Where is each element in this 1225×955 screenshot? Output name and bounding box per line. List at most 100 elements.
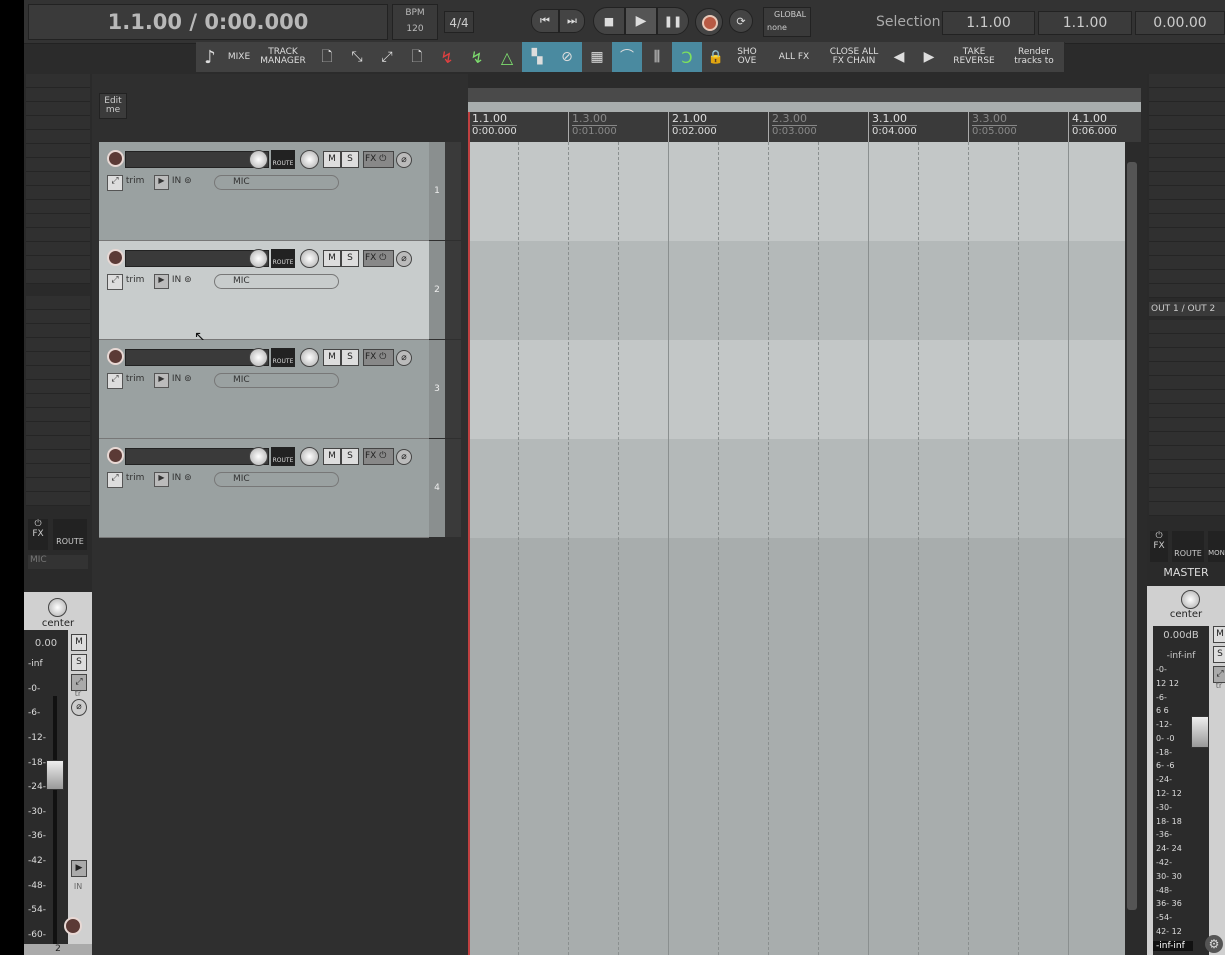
input-select[interactable]: MIC	[214, 175, 339, 190]
record-arm-button[interactable]	[64, 917, 82, 935]
pan-knob[interactable]	[300, 150, 319, 169]
fx-slot[interactable]	[1149, 284, 1225, 298]
fx-slot[interactable]	[26, 88, 90, 102]
track-name-field[interactable]	[125, 349, 269, 366]
phase-icon[interactable]: ⌀	[396, 350, 412, 366]
volume-knob[interactable]	[249, 150, 268, 169]
fx-slot[interactable]	[26, 116, 90, 130]
grid-lines-icon[interactable]: ⫼	[642, 42, 673, 72]
play-cursor[interactable]	[468, 112, 470, 955]
send-slot[interactable]	[1149, 488, 1225, 502]
track-lane-4[interactable]	[468, 439, 1125, 538]
volume-knob[interactable]	[249, 348, 268, 367]
route-button[interactable]: ROUTE	[271, 348, 295, 367]
grid-edit-icon[interactable]: ⊘	[552, 42, 583, 72]
scrollbar-thumb[interactable]	[1127, 162, 1137, 910]
send-slot[interactable]	[1149, 334, 1225, 348]
phase-icon[interactable]: ⌀	[396, 152, 412, 168]
fx-slot[interactable]	[1149, 130, 1225, 144]
record-button[interactable]	[695, 8, 723, 36]
time-signature[interactable]: 4/4	[444, 11, 474, 33]
input-monitor[interactable]: ▶ IN ⊚	[154, 373, 206, 388]
selection-length[interactable]: 0.00.00	[1135, 11, 1225, 35]
track-lane-1[interactable]	[468, 142, 1125, 241]
fx-slot[interactable]	[26, 186, 90, 200]
send-slot[interactable]	[26, 380, 90, 394]
auto-crossfade-icon[interactable]: Ↄ	[672, 42, 703, 72]
fx-slot[interactable]	[1149, 242, 1225, 256]
send-slot[interactable]	[1149, 376, 1225, 390]
send-slot[interactable]	[26, 478, 90, 492]
route-button[interactable]: ROUTE	[53, 519, 87, 550]
master-pan-knob[interactable]	[1181, 590, 1200, 609]
send-slot[interactable]	[26, 338, 90, 352]
mute-button[interactable]: M	[323, 250, 341, 267]
pan-knob[interactable]	[300, 447, 319, 466]
send-slot[interactable]	[1149, 418, 1225, 432]
fx-slot[interactable]	[1149, 256, 1225, 270]
input-monitor[interactable]: ▶ IN ⊚	[154, 274, 206, 289]
item-grouping-icon[interactable]: ▦	[582, 42, 613, 72]
track-lane-2[interactable]	[468, 241, 1125, 340]
go-to-end-button[interactable]: ⏭	[559, 9, 585, 33]
track-2[interactable]: ROUTE M S FX ⏻ ⌀ ⤢ trim ▶ IN ⊚ MIC ↖	[99, 241, 429, 345]
send-slot[interactable]	[1149, 432, 1225, 446]
send-slot[interactable]	[1149, 390, 1225, 404]
track-name-field[interactable]	[125, 448, 269, 465]
play-button[interactable]: ▶	[625, 7, 657, 35]
fx-slot[interactable]	[1149, 88, 1225, 102]
route-button[interactable]: ROUTE	[271, 447, 295, 466]
envelope-icon[interactable]: ⤡	[342, 42, 373, 72]
send-slot[interactable]	[26, 324, 90, 338]
item-icon[interactable]: 🗋	[402, 42, 433, 72]
send-slot[interactable]	[26, 450, 90, 464]
lock-icon[interactable]: 🔒	[702, 42, 731, 72]
fx-slot[interactable]	[26, 172, 90, 186]
fx-slot[interactable]	[1149, 270, 1225, 284]
send-slot[interactable]	[26, 310, 90, 324]
input-select[interactable]: MIC	[28, 555, 88, 569]
all-fx-button[interactable]: ALL FX	[764, 42, 825, 72]
record-arm-button[interactable]	[107, 447, 124, 464]
fx-slot[interactable]	[26, 214, 90, 228]
send-slot[interactable]	[26, 492, 90, 506]
settings-gear-icon[interactable]: ⚙	[1205, 935, 1223, 953]
output-select[interactable]: OUT 1 / OUT 2	[1149, 302, 1225, 316]
send-slot[interactable]	[26, 408, 90, 422]
record-arm-button[interactable]	[107, 249, 124, 266]
ripple-on-icon[interactable]: ↯	[462, 42, 493, 72]
fx-slot[interactable]	[26, 200, 90, 214]
mixer-button[interactable]: MIXE	[224, 42, 255, 72]
fx-slot[interactable]	[1149, 172, 1225, 186]
fx-slot[interactable]	[1149, 158, 1225, 172]
input-select[interactable]: MIC	[214, 274, 339, 289]
master-route-button[interactable]: ROUTE	[1172, 531, 1204, 562]
fx-slot[interactable]	[26, 74, 90, 88]
previous-icon[interactable]: ◀	[884, 42, 915, 72]
track-lane-3[interactable]	[468, 340, 1125, 439]
fx-button[interactable]: FX ⏻	[363, 151, 394, 168]
send-slot[interactable]	[1149, 474, 1225, 488]
vertical-scrollbar[interactable]	[1125, 142, 1141, 955]
record-arm-button[interactable]	[107, 150, 124, 167]
envelope-points-icon[interactable]: ⌒	[612, 42, 643, 72]
solo-button[interactable]: S	[71, 654, 87, 671]
track-3[interactable]: ROUTE M S FX ⏻ ⌀ ⤢ trim ▶ IN ⊚ MIC	[99, 340, 429, 439]
fx-slot[interactable]	[26, 242, 90, 256]
send-slot[interactable]	[26, 394, 90, 408]
take-reverse-button[interactable]: TAKE REVERSE	[944, 42, 1005, 72]
send-slot[interactable]	[26, 366, 90, 380]
master-mute-button[interactable]: M	[1213, 626, 1225, 643]
monitor-button[interactable]: MON	[1208, 531, 1225, 562]
phase-icon[interactable]: ⌀	[396, 449, 412, 465]
fx-slot[interactable]	[1149, 214, 1225, 228]
trim-control[interactable]: ⤢ trim	[107, 175, 149, 191]
fx-slot[interactable]	[1149, 144, 1225, 158]
solo-button[interactable]: S	[341, 349, 359, 366]
snap-icon[interactable]: ▚	[522, 42, 553, 72]
send-slot[interactable]	[26, 436, 90, 450]
volume-knob[interactable]	[249, 249, 268, 268]
input-select[interactable]: MIC	[214, 373, 339, 388]
send-slot[interactable]	[1149, 446, 1225, 460]
input-monitor[interactable]: ▶ IN ⊚	[154, 175, 206, 190]
